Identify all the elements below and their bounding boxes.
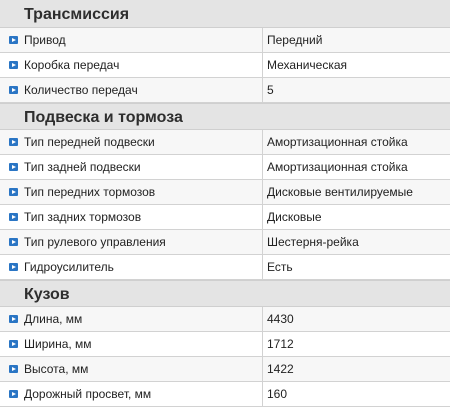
spec-value: 4430 [267, 312, 294, 326]
spec-value: Амортизационная стойка [267, 160, 408, 174]
spec-label: Количество передач [24, 83, 138, 97]
spec-value: Дисковые [267, 210, 322, 224]
spec-label: Гидроусилитель [24, 260, 114, 274]
section-header-transmission: Трансмиссия [0, 0, 450, 28]
spec-value: 1422 [267, 362, 294, 376]
spec-row: Тип передней подвески Амортизационная ст… [0, 130, 450, 155]
arrow-right-square-icon [9, 390, 18, 398]
arrow-right-square-icon [9, 213, 18, 221]
arrow-right-square-icon [9, 340, 18, 348]
spec-value: Механическая [267, 58, 348, 72]
spec-label: Ширина, мм [24, 337, 92, 351]
spec-row: Высота, мм 1422 [0, 357, 450, 382]
spec-value: 1712 [267, 337, 294, 351]
spec-label: Коробка передач [24, 58, 120, 72]
arrow-right-square-icon [9, 138, 18, 146]
spec-row: Тип рулевого управления Шестерня-рейка [0, 230, 450, 255]
spec-row: Длина, мм 4430 [0, 307, 450, 332]
spec-value: 160 [267, 387, 288, 401]
arrow-right-square-icon [9, 163, 18, 171]
spec-value: Амортизационная стойка [267, 135, 408, 149]
spec-row: Дорожный просвет, мм 160 [0, 382, 450, 407]
arrow-right-square-icon [9, 188, 18, 196]
spec-value: Передний [267, 33, 323, 47]
spec-table: Трансмиссия Привод Передний Коробка пере… [0, 0, 450, 407]
arrow-right-square-icon [9, 61, 18, 69]
arrow-right-square-icon [9, 315, 18, 323]
arrow-right-square-icon [9, 86, 18, 94]
section-header-suspension: Подвеска и тормоза [0, 103, 450, 130]
spec-row: Количество передач 5 [0, 78, 450, 103]
spec-value: 5 [267, 83, 274, 97]
section-header-body: Кузов [0, 280, 450, 307]
spec-row: Тип передних тормозов Дисковые вентилиру… [0, 180, 450, 205]
spec-label: Привод [24, 33, 66, 47]
spec-row: Тип задней подвески Амортизационная стой… [0, 155, 450, 180]
spec-label: Высота, мм [24, 362, 89, 376]
spec-label: Длина, мм [24, 312, 83, 326]
arrow-right-square-icon [9, 263, 18, 271]
spec-row: Коробка передач Механическая [0, 53, 450, 78]
spec-label: Тип задней подвески [24, 160, 141, 174]
spec-value: Есть [267, 260, 293, 274]
spec-row: Тип задних тормозов Дисковые [0, 205, 450, 230]
spec-row: Привод Передний [0, 28, 450, 53]
arrow-right-square-icon [9, 238, 18, 246]
spec-label: Тип рулевого управления [24, 235, 166, 249]
spec-label: Тип передних тормозов [24, 185, 156, 199]
spec-label: Тип передней подвески [24, 135, 155, 149]
spec-value: Шестерня-рейка [267, 235, 359, 249]
spec-row: Ширина, мм 1712 [0, 332, 450, 357]
arrow-right-square-icon [9, 36, 18, 44]
spec-value: Дисковые вентилируемые [267, 185, 413, 199]
spec-label: Дорожный просвет, мм [24, 387, 152, 401]
spec-row: Гидроусилитель Есть [0, 255, 450, 280]
arrow-right-square-icon [9, 365, 18, 373]
spec-label: Тип задних тормозов [24, 210, 142, 224]
